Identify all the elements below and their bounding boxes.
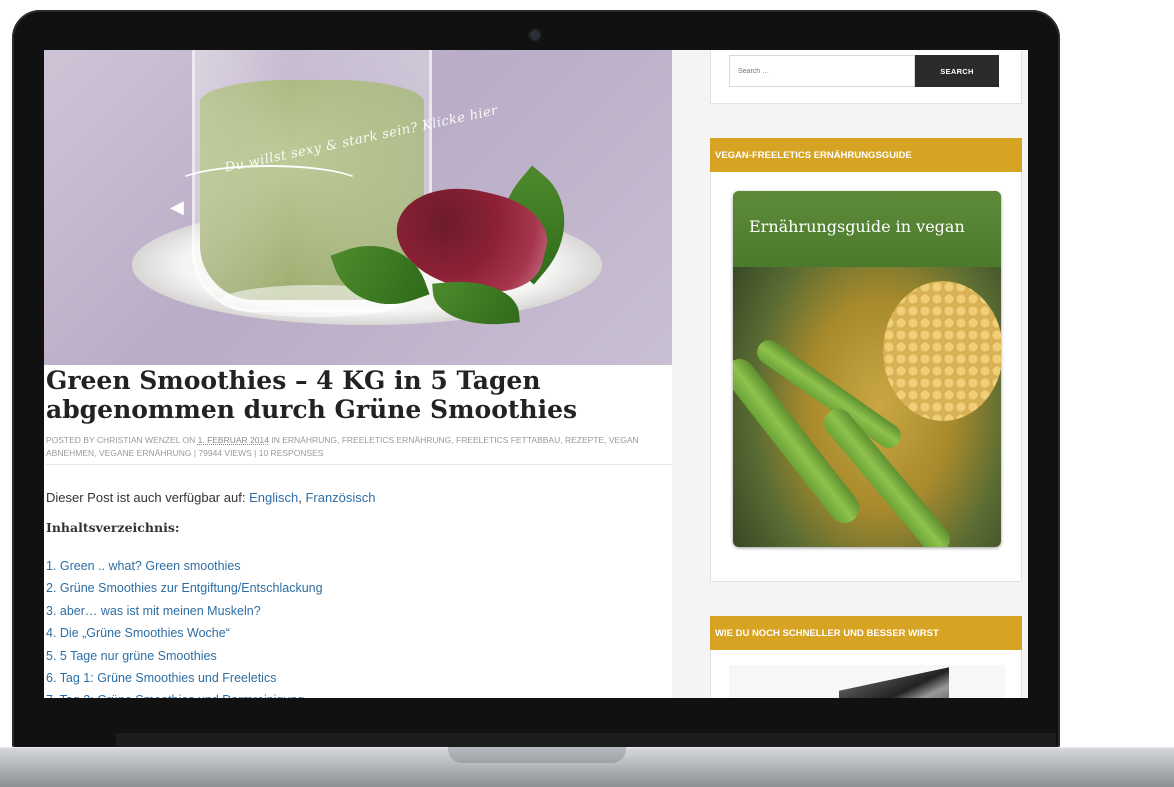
meta-views: 79944 VIEWS bbox=[198, 448, 252, 458]
improve-widget: WIE DU NOCH SCHNELLER UND BESSER WIRST bbox=[710, 616, 1022, 698]
sidebar: SEARCH VEGAN-FREELETICS ERNÄHRUNGSGUIDE … bbox=[672, 50, 1028, 698]
language-link-english[interactable]: Englisch bbox=[249, 490, 298, 505]
toc-item[interactable]: 2. Grüne Smoothies zur Entgiftung/Entsch… bbox=[46, 577, 323, 599]
search-widget: SEARCH bbox=[710, 50, 1022, 104]
laptop-notch bbox=[448, 747, 626, 763]
toc-item[interactable]: 4. Die „Grüne Smoothies Woche“ bbox=[46, 622, 323, 644]
post-title[interactable]: Green Smoothies – 4 KG in 5 Tagen abgeno… bbox=[46, 366, 674, 424]
meta-in: IN bbox=[271, 435, 280, 445]
guide-book-title: Ernährungsguide in vegan bbox=[749, 217, 965, 236]
toc-item[interactable]: 7. Tag 2: Grüne Smoothies und Darmreinig… bbox=[46, 689, 323, 698]
meta-author[interactable]: POSTED BY CHRISTIAN WENZEL ON bbox=[46, 435, 195, 445]
widget-title: WIE DU NOCH SCHNELLER UND BESSER WIRST bbox=[710, 616, 1022, 650]
arrow-head-icon: ◀ bbox=[170, 197, 184, 217]
main-content: ◀ Du willst sexy & stark sein? Klicke hi… bbox=[44, 50, 672, 698]
toc-item[interactable]: 5. 5 Tage nur grüne Smoothies bbox=[46, 645, 323, 667]
widget-title: VEGAN-FREELETICS ERNÄHRUNGSGUIDE bbox=[710, 138, 1022, 172]
language-link-french[interactable]: Französisch bbox=[305, 490, 375, 505]
search-input[interactable] bbox=[729, 55, 915, 87]
couscous bbox=[883, 281, 1001, 421]
product-image[interactable] bbox=[729, 665, 1005, 698]
guide-title-band: Ernährungsguide in vegan bbox=[733, 191, 1001, 267]
laptop-bezel bbox=[116, 733, 1056, 747]
guide-widget: VEGAN-FREELETICS ERNÄHRUNGSGUIDE Ernähru… bbox=[710, 138, 1022, 582]
table-of-contents: 1. Green .. what? Green smoothies 2. Grü… bbox=[46, 555, 323, 698]
product-shape bbox=[839, 667, 949, 698]
available-label: Dieser Post ist auch verfügbar auf: bbox=[46, 490, 246, 505]
screen: ◀ Du willst sexy & stark sein? Klicke hi… bbox=[44, 50, 1028, 698]
meta-date[interactable]: 1. FEBRUAR 2014 bbox=[198, 435, 269, 445]
meta-responses[interactable]: 10 RESPONSES bbox=[259, 448, 324, 458]
language-availability: Dieser Post ist auch verfügbar auf: Engl… bbox=[46, 490, 376, 505]
search-button[interactable]: SEARCH bbox=[915, 55, 999, 87]
toc-heading: Inhaltsverzeichnis: bbox=[46, 520, 180, 535]
toc-item[interactable]: 1. Green .. what? Green smoothies bbox=[46, 555, 323, 577]
post-meta: POSTED BY CHRISTIAN WENZEL ON 1. FEBRUAR… bbox=[46, 434, 672, 465]
camera-icon bbox=[530, 30, 540, 40]
guide-cover-image[interactable]: Ernährungsguide in vegan bbox=[733, 191, 1001, 547]
arrow-icon bbox=[174, 165, 364, 205]
hero-image[interactable]: ◀ Du willst sexy & stark sein? Klicke hi… bbox=[44, 50, 672, 365]
toc-item[interactable]: 3. aber… was ist mit meinen Muskeln? bbox=[46, 600, 323, 622]
toc-item[interactable]: 6. Tag 1: Grüne Smoothies und Freeletics bbox=[46, 667, 323, 689]
